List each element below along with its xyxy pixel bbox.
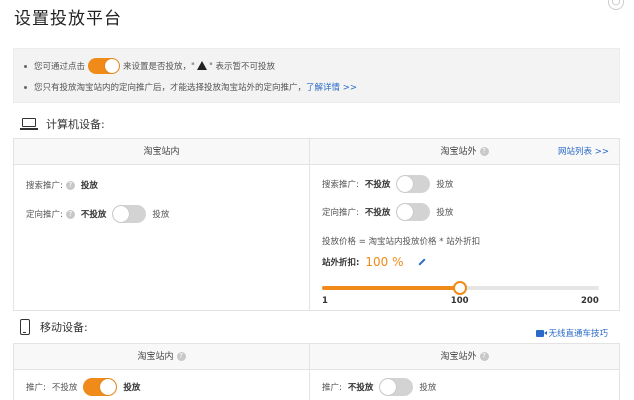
slider-tick-max: 200 [581, 296, 599, 306]
discount-value: 100 % [365, 255, 404, 269]
mobile-inside-header-text: 淘宝站内 [137, 352, 174, 362]
search-promo-label: 搜索推广: [26, 181, 63, 191]
notice-text-warn-tail: " 表示暂不可投放 [208, 62, 276, 72]
edit-pencil-icon[interactable] [417, 258, 426, 266]
mobile-tips-text[interactable]: 无线直通车技巧 [548, 327, 608, 339]
mobile-tips-link[interactable]: 无线直通车技巧 [536, 327, 608, 339]
targeted-promo-label: 定向推广: [26, 210, 63, 220]
mobile-inside-header: 淘宝站内? [14, 344, 309, 370]
slider-tick-min: 1 [322, 296, 328, 306]
notice-line-2: 您只有投放淘宝站内的定向推广后，才能选择投放淘宝站外的定向推广， 了解详情 >> [24, 81, 357, 93]
notice-line-1: 您可通过点击 来设置是否投放，" " 表示暂不可投放 [24, 58, 275, 74]
example-toggle [88, 58, 121, 74]
pc-outside-header-text: 淘宝站外 [440, 147, 477, 157]
slider-fill [322, 286, 460, 290]
targeted-promo-value: 不投放 [80, 210, 107, 220]
pc-outside-targeted-row: 定向推广: 不投放 投放 [322, 203, 453, 221]
help-icon[interactable]: ? [479, 352, 489, 361]
video-icon [536, 329, 548, 337]
search-promo-label: 搜索推广: [322, 180, 359, 190]
help-icon[interactable]: ? [176, 352, 186, 361]
pc-outside-column: 淘宝站外? 网站列表 >> 搜索推广: 不投放 投放 定向推广: 不投放 投放 … [310, 139, 619, 310]
targeted-promo-value: 不投放 [364, 208, 391, 218]
warning-icon [196, 60, 207, 70]
search-promo-value: 投放 [80, 181, 98, 191]
notice-box: 您可通过点击 来设置是否投放，" " 表示暂不可投放 您只有投放淘宝站内的定向推… [13, 48, 620, 103]
toggle-on-label: 投放 [419, 383, 437, 393]
laptop-icon [20, 117, 38, 131]
search-promo-value: 不投放 [364, 180, 391, 190]
bullet-icon [24, 64, 27, 68]
toggle-on-label: 投放 [123, 383, 141, 393]
mobile-inside-column: 淘宝站内? 推广: 不投放 投放 [14, 344, 310, 400]
pc-outside-header: 淘宝站外? 网站列表 >> [310, 139, 619, 165]
price-formula: 投放价格 = 淘宝站内投放价格 * 站外折扣 [322, 237, 481, 247]
pc-panel: 淘宝站内 搜索推广:? 投放 定向推广:? 不投放 投放 淘宝站外? 网站列表 … [13, 138, 620, 311]
mobile-outside-header: 淘宝站外? [310, 344, 619, 370]
learn-more-link[interactable]: 了解详情 >> [306, 81, 357, 93]
help-icon[interactable]: ? [65, 180, 75, 190]
mobile-outside-promo-toggle[interactable] [379, 378, 414, 396]
mobile-inside-promo-toggle[interactable] [83, 378, 118, 396]
close-icon[interactable]: ○ [608, 0, 624, 10]
mobile-section-heading: 移动设备: [20, 319, 88, 335]
mobile-outside-promo-row: 推广: 不投放 投放 [322, 378, 436, 396]
pc-inside-column: 淘宝站内 搜索推广:? 投放 定向推广:? 不投放 投放 [14, 139, 310, 310]
targeted-promo-label: 定向推广: [322, 208, 359, 218]
notice-text-2: 您只有投放淘宝站内的定向推广后，才能选择投放淘宝站外的定向推广， [34, 83, 307, 93]
pc-section-heading: 计算机设备: [20, 116, 105, 132]
promo-label: 推广: [322, 383, 342, 393]
pc-inside-search-row: 搜索推广:? 投放 [26, 179, 104, 191]
promo-value: 不投放 [51, 383, 78, 393]
notice-text-post: 来设置是否投放，" [123, 62, 195, 72]
mobile-outside-header-text: 淘宝站外 [440, 352, 477, 362]
help-icon[interactable]: ? [65, 209, 75, 219]
pc-outside-search-row: 搜索推广: 不投放 投放 [322, 175, 453, 193]
discount-row: 站外折扣: 100 % [322, 255, 426, 269]
toggle-on-label: 投放 [436, 208, 454, 218]
promo-value: 不投放 [347, 383, 374, 393]
promo-label: 推广: [26, 383, 46, 393]
notice-text-pre: 您可通过点击 [34, 62, 86, 72]
toggle-on-label: 投放 [152, 210, 170, 220]
pc-inside-targeted-toggle[interactable] [112, 205, 147, 223]
pc-inside-header: 淘宝站内 [14, 139, 309, 165]
site-list-link[interactable]: 网站列表 >> [558, 139, 609, 165]
pc-inside-header-text: 淘宝站内 [143, 147, 180, 157]
pc-heading-text: 计算机设备: [46, 118, 105, 131]
mobile-heading-text: 移动设备: [40, 321, 88, 334]
slider-thumb[interactable] [452, 281, 467, 295]
page-title: 设置投放平台 [14, 9, 122, 29]
help-icon[interactable]: ? [479, 147, 489, 156]
toggle-on-label: 投放 [436, 180, 454, 190]
pc-inside-targeted-row: 定向推广:? 不投放 投放 [26, 205, 169, 223]
discount-slider[interactable]: 1 100 200 [322, 281, 599, 306]
discount-label: 站外折扣: [322, 258, 360, 268]
phone-icon [20, 319, 30, 335]
pc-outside-targeted-toggle[interactable] [396, 203, 431, 221]
mobile-outside-column: 淘宝站外? 推广: 不投放 投放 [310, 344, 619, 400]
slider-tick-mid: 100 [450, 296, 469, 306]
mobile-panel: 淘宝站内? 推广: 不投放 投放 淘宝站外? 推广: 不投放 投放 [13, 343, 620, 400]
bullet-icon [24, 85, 27, 89]
pc-outside-search-toggle[interactable] [396, 175, 431, 193]
mobile-inside-promo-row: 推广: 不投放 投放 [26, 378, 140, 396]
